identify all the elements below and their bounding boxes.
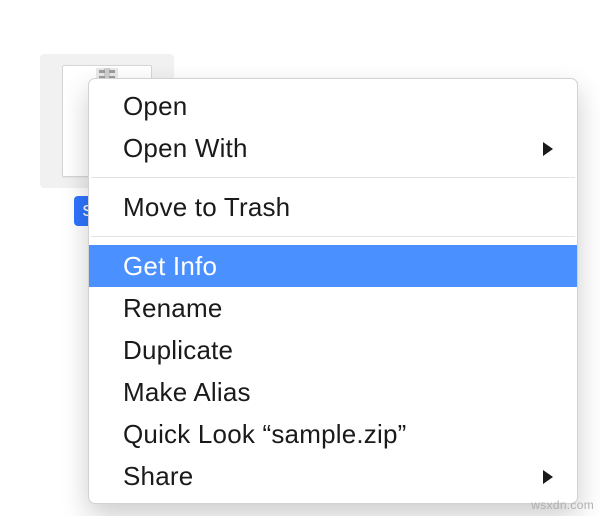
menu-item-open[interactable]: Open [89, 85, 577, 127]
menu-separator [91, 236, 575, 237]
menu-item-label: Get Info [123, 251, 217, 281]
menu-item-make-alias[interactable]: Make Alias [89, 371, 577, 413]
watermark-text: wsxdn.com [531, 498, 594, 512]
menu-item-move-to-trash[interactable]: Move to Trash [89, 186, 577, 228]
menu-separator [91, 177, 575, 178]
menu-item-label: Share [123, 461, 193, 491]
menu-item-get-info[interactable]: Get Info [89, 245, 577, 287]
menu-item-label: Rename [123, 293, 222, 323]
context-menu: Open Open With Move to Trash Get Info Re… [88, 78, 578, 504]
menu-item-share[interactable]: Share [89, 455, 577, 497]
menu-item-label: Make Alias [123, 377, 251, 407]
menu-item-quick-look[interactable]: Quick Look “sample.zip” [89, 413, 577, 455]
menu-item-label: Move to Trash [123, 192, 290, 222]
menu-item-label: Open With [123, 133, 248, 163]
menu-item-duplicate[interactable]: Duplicate [89, 329, 577, 371]
menu-item-label: Quick Look “sample.zip” [123, 419, 406, 449]
submenu-arrow-icon [541, 455, 555, 497]
menu-item-label: Open [123, 91, 187, 121]
menu-item-open-with[interactable]: Open With [89, 127, 577, 169]
menu-item-label: Duplicate [123, 335, 233, 365]
menu-item-rename[interactable]: Rename [89, 287, 577, 329]
submenu-arrow-icon [541, 127, 555, 169]
